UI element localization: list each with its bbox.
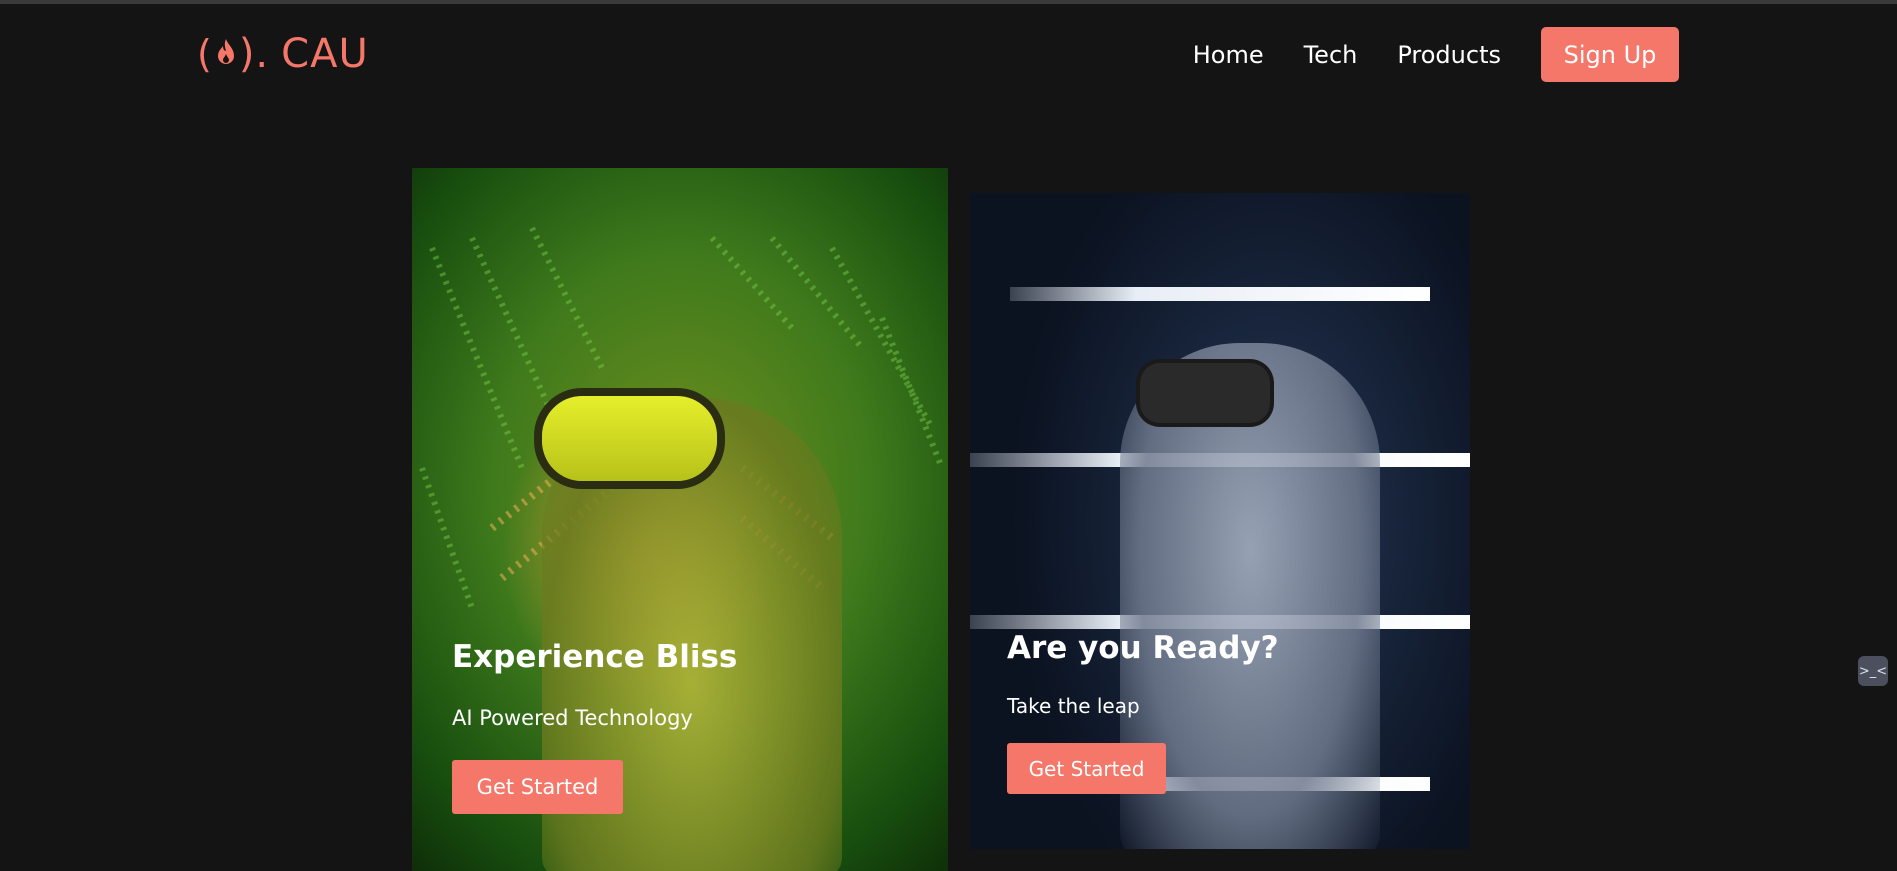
nav-link-tech[interactable]: Tech xyxy=(1304,41,1358,69)
light-stripe xyxy=(1010,287,1430,301)
brand-logo[interactable]: ( ). CAU xyxy=(197,30,369,78)
main-nav: Home Tech Products Sign Up xyxy=(1193,27,1679,82)
vr-headset-graphic xyxy=(542,396,717,481)
card-experience-bliss: Experience Bliss AI Powered Technology G… xyxy=(412,168,948,871)
nav-link-products[interactable]: Products xyxy=(1397,41,1501,69)
card-subtitle: Take the leap xyxy=(1007,694,1140,718)
logo-text: CAU xyxy=(281,31,369,77)
flame-icon xyxy=(215,30,237,78)
card-title: Experience Bliss xyxy=(452,639,738,675)
nav-link-home[interactable]: Home xyxy=(1193,41,1264,69)
card-are-you-ready: Are you Ready? Take the leap Get Started xyxy=(970,193,1470,849)
get-started-button[interactable]: Get Started xyxy=(452,760,623,814)
get-started-button[interactable]: Get Started xyxy=(1007,743,1166,794)
code-icon[interactable]: >_< xyxy=(1858,656,1888,686)
card-subtitle: AI Powered Technology xyxy=(452,706,693,730)
sign-up-button[interactable]: Sign Up xyxy=(1541,27,1679,82)
logo-suffix: ). xyxy=(238,31,270,77)
card-title: Are you Ready? xyxy=(1007,630,1279,666)
vr-headset-graphic xyxy=(1140,363,1270,423)
browser-top-border xyxy=(0,0,1897,4)
logo-prefix: ( xyxy=(197,32,213,76)
